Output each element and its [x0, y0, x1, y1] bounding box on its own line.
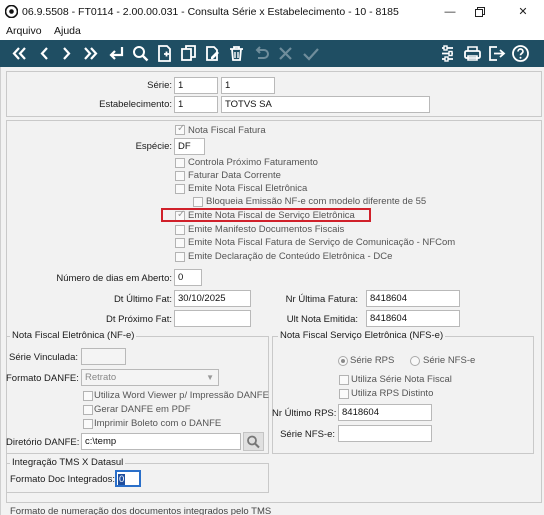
serie-desc-field[interactable]: 1 — [221, 77, 275, 94]
goto-icon[interactable] — [106, 43, 127, 64]
dt-proximo-fat-label: Dt Próximo Fat: — [106, 314, 172, 325]
ult-nota-emitida-label: Ult Nota Emitida: — [286, 314, 358, 325]
bloqueia-emissao-checkbox[interactable] — [193, 197, 203, 207]
utiliza-serie-nota-checkbox[interactable] — [339, 375, 349, 385]
minimize-icon[interactable]: — — [437, 3, 463, 21]
utiliza-serie-nota-label: Utiliza Série Nota Fiscal — [351, 374, 452, 385]
ult-nota-emitida-field[interactable]: 8418604 — [366, 310, 460, 327]
nr-ultimo-rps-label: Nr Último RPS: — [272, 408, 337, 419]
search-icon — [247, 435, 260, 449]
cancel-icon[interactable] — [275, 43, 296, 64]
controla-proximo-checkbox[interactable] — [175, 158, 185, 168]
exit-icon[interactable] — [486, 43, 507, 64]
chevron-down-icon: ▼ — [206, 373, 214, 382]
confirm-icon[interactable] — [300, 43, 321, 64]
word-viewer-label: Utiliza Word Viewer p/ Impressão DANFE — [94, 390, 269, 401]
serie-nfse-label: Série NFS-e: — [280, 429, 335, 440]
first-record-icon[interactable] — [9, 43, 30, 64]
faturar-data-label: Faturar Data Corrente — [188, 170, 281, 181]
word-viewer-checkbox[interactable] — [83, 391, 93, 401]
nr-ultima-fatura-field[interactable]: 8418604 — [366, 290, 460, 307]
utiliza-rps-distinto-label: Utiliza RPS Distinto — [351, 388, 434, 399]
formato-danfe-value: Retrato — [85, 372, 117, 383]
highlight-box — [161, 208, 371, 222]
nr-ultima-fatura-label: Nr Última Fatura: — [285, 294, 358, 305]
emite-nfcom-label: Emite Nota Fiscal Fatura de Serviço de C… — [188, 237, 456, 248]
app-logo-icon — [4, 4, 19, 19]
nr-ultimo-rps-field[interactable]: 8418604 — [338, 404, 432, 421]
serie-nfse-radio-label: Série NFS-e — [423, 355, 476, 366]
gerar-pdf-checkbox[interactable] — [83, 405, 93, 415]
emite-manifesto-checkbox[interactable] — [175, 225, 185, 235]
menu-ajuda[interactable]: Ajuda — [54, 25, 81, 37]
serie-rps-label: Série RPS — [350, 355, 395, 366]
imprimir-boleto-label: Imprimir Boleto com o DANFE — [94, 418, 222, 429]
serie-label: Série: — [147, 80, 172, 91]
copy-icon[interactable] — [178, 43, 199, 64]
emite-dce-label: Emite Declaração de Conteúdo Eletrônica … — [188, 251, 393, 262]
formato-doc-value: 0 — [118, 474, 126, 485]
close-icon[interactable]: ✕ — [510, 3, 536, 21]
footer-area: Formato de numeração dos documentos inte… — [6, 503, 542, 515]
nfse-group-title: Nota Fiscal Serviço Eletrônica (NFS-e) — [278, 330, 446, 341]
menu-bar: Arquivo Ajuda — [0, 24, 544, 40]
serie-field[interactable]: 1 — [174, 77, 218, 94]
emite-nfe-label: Emite Nota Fiscal Eletrônica — [188, 183, 308, 194]
estabelecimento-name-field[interactable]: TOTVS SA — [221, 96, 430, 113]
dias-aberto-field[interactable]: 0 — [174, 269, 202, 286]
emite-dce-checkbox[interactable] — [175, 252, 185, 262]
menu-arquivo[interactable]: Arquivo — [6, 25, 42, 37]
imprimir-boleto-checkbox[interactable] — [83, 419, 93, 429]
nota-fiscal-fatura-checkbox[interactable] — [175, 123, 185, 135]
estabelecimento-code-field[interactable]: 1 — [174, 96, 218, 113]
especie-field[interactable]: DF — [174, 138, 205, 155]
formato-doc-field[interactable]: 0 — [115, 470, 141, 487]
footer-text: Formato de numeração dos documentos inte… — [10, 506, 272, 515]
print-icon[interactable] — [462, 43, 483, 64]
controla-proximo-label: Controla Próximo Faturamento — [188, 157, 318, 168]
serie-rps-radio[interactable] — [338, 356, 348, 366]
serie-vinculada-label: Série Vinculada: — [8, 352, 78, 363]
window-title: 06.9.5508 - FT0114 - 2.00.00.031 - Consu… — [22, 6, 399, 18]
last-record-icon[interactable] — [80, 43, 101, 64]
gerar-pdf-label: Gerar DANFE em PDF — [94, 404, 191, 415]
dias-aberto-label: Número de dias em Aberto: — [56, 273, 172, 284]
undo-icon[interactable] — [251, 43, 272, 64]
dt-ultimo-fat-field[interactable]: 30/10/2025 — [174, 290, 251, 307]
serie-nfse-field[interactable] — [338, 425, 432, 442]
nota-fiscal-fatura-label: Nota Fiscal Fatura — [188, 125, 266, 136]
especie-label: Espécie: — [135, 141, 172, 152]
bloqueia-emissao-label: Bloqueia Emissão NF-e com modelo diferen… — [206, 196, 427, 207]
edit-icon[interactable] — [202, 43, 223, 64]
utiliza-rps-distinto-checkbox[interactable] — [339, 389, 349, 399]
emite-nfcom-checkbox[interactable] — [175, 238, 185, 248]
tms-group-title: Integração TMS X Datasul — [10, 457, 126, 468]
settings-icon[interactable] — [437, 43, 458, 64]
faturar-data-checkbox[interactable] — [175, 171, 185, 181]
browse-button[interactable] — [243, 432, 264, 451]
next-record-icon[interactable] — [56, 43, 77, 64]
dt-proximo-fat-field[interactable] — [174, 310, 251, 327]
diretorio-danfe-label: Diretório DANFE: — [6, 437, 80, 448]
serie-vinculada-field[interactable] — [81, 348, 126, 365]
estabelecimento-label: Estabelecimento: — [99, 99, 172, 110]
emite-manifesto-label: Emite Manifesto Documentos Fiscais — [188, 224, 345, 235]
dt-ultimo-fat-label: Dt Último Fat: — [113, 294, 172, 305]
formato-danfe-label: Formato DANFE: — [6, 373, 79, 384]
toolbar — [0, 40, 544, 67]
restore-icon[interactable] — [467, 3, 493, 21]
new-document-icon[interactable] — [154, 43, 175, 64]
emite-nfe-checkbox[interactable] — [175, 184, 185, 194]
help-icon[interactable] — [510, 43, 531, 64]
serie-nfse-radio[interactable] — [410, 356, 420, 366]
nfe-group-title: Nota Fiscal Eletrônica (NF-e) — [10, 330, 137, 341]
delete-icon[interactable] — [226, 43, 247, 64]
formato-danfe-select[interactable]: Retrato ▼ — [81, 369, 219, 386]
formato-doc-label: Formato Doc Integrados: — [10, 474, 116, 485]
diretorio-danfe-field[interactable]: c:\temp — [81, 433, 241, 450]
previous-record-icon[interactable] — [34, 43, 55, 64]
search-icon[interactable] — [130, 43, 151, 64]
title-bar: 06.9.5508 - FT0114 - 2.00.00.031 - Consu… — [0, 0, 544, 24]
